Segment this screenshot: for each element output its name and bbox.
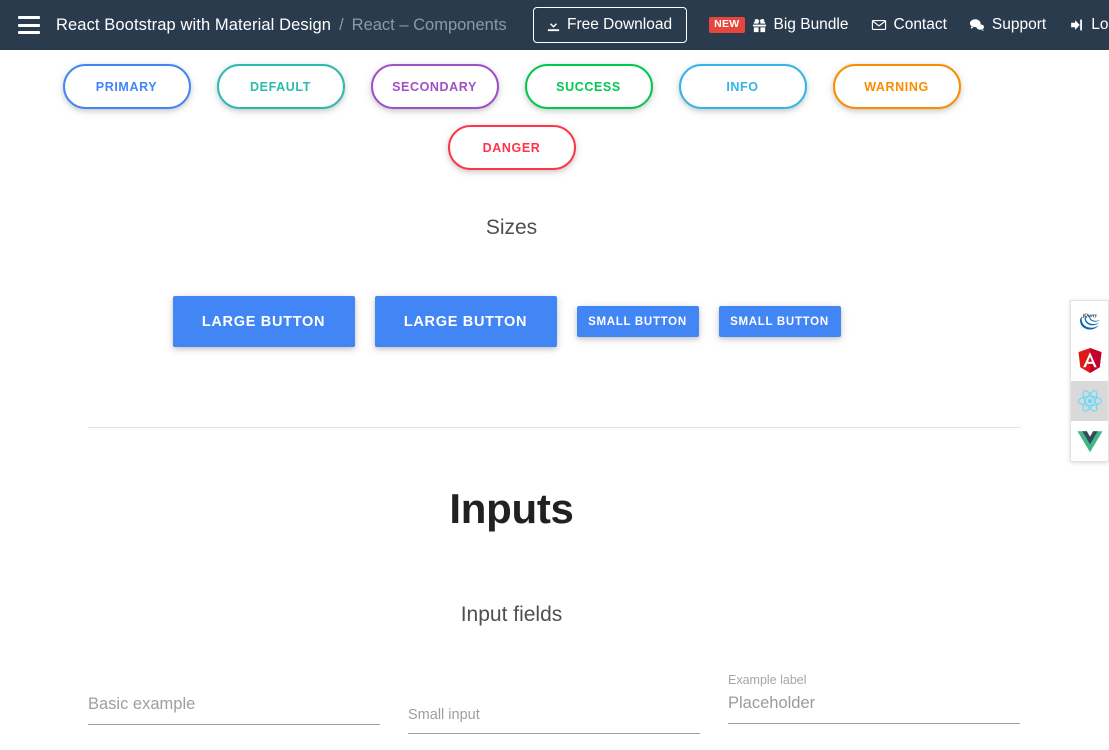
sizes-heading: Sizes xyxy=(485,216,538,239)
outline-button-secondary[interactable]: SECONDARY xyxy=(370,64,499,109)
inputs-subheading: Input fields xyxy=(460,603,563,626)
outline-button-primary[interactable]: PRIMARY xyxy=(62,64,191,109)
outline-button-default[interactable]: DEFAULT xyxy=(216,64,345,109)
navbar-right-group: Free Download NEW Big Bundle Contact Sup… xyxy=(533,0,1109,50)
breadcrumb: React – Components xyxy=(351,15,507,34)
react-icon xyxy=(1076,388,1104,414)
page-content: PRIMARY DEFAULT SECONDARY SUCCESS INFO W… xyxy=(0,50,1109,750)
inputs-heading: Inputs xyxy=(449,485,574,532)
nav-link-label: Big Bundle xyxy=(773,16,849,33)
nav-link-log-in[interactable]: Log In xyxy=(1068,16,1109,34)
nav-link-big-bundle[interactable]: NEW Big Bundle xyxy=(709,16,849,34)
free-download-label: Free Download xyxy=(567,16,673,33)
small-button-1[interactable]: SMALL BUTTON xyxy=(576,306,699,337)
section-divider xyxy=(88,427,1021,428)
jquery-icon: jQuery xyxy=(1077,310,1103,332)
framework-item-react[interactable] xyxy=(1071,381,1108,421)
nav-link-contact[interactable]: Contact xyxy=(871,16,947,34)
brand-link[interactable]: React Bootstrap with Material Design xyxy=(56,16,331,35)
small-button-2[interactable]: SMALL BUTTON xyxy=(718,306,841,337)
outline-button-danger[interactable]: DANGER xyxy=(447,125,576,170)
input-underline[interactable] xyxy=(408,733,700,734)
top-navbar: React Bootstrap with Material Design / R… xyxy=(0,0,1109,50)
input-group-basic-example: Basic example xyxy=(88,695,380,725)
hamburger-icon[interactable] xyxy=(18,16,40,34)
input-label-basic-example: Basic example xyxy=(88,695,196,713)
input-group-example-label: Example label Placeholder xyxy=(728,673,1020,724)
input-group-small-input: Small input xyxy=(408,707,700,734)
large-button-1[interactable]: LARGE BUTTON xyxy=(172,296,355,347)
gift-icon xyxy=(752,18,767,33)
outline-buttons-row: PRIMARY DEFAULT SECONDARY SUCCESS INFO W… xyxy=(0,56,1023,178)
nav-link-label: Contact xyxy=(893,16,947,33)
nav-link-label: Log In xyxy=(1091,16,1109,33)
sizes-buttons-row: LARGE BUTTON LARGE BUTTON SMALL BUTTON S… xyxy=(0,296,1023,347)
outline-button-info[interactable]: INFO xyxy=(678,64,807,109)
nav-link-label: Support xyxy=(991,16,1047,33)
framework-item-angular[interactable] xyxy=(1071,341,1108,381)
breadcrumb-separator: / xyxy=(339,15,344,34)
envelope-icon xyxy=(871,17,887,33)
input-placeholder-text: Placeholder xyxy=(728,694,816,712)
free-download-button[interactable]: Free Download xyxy=(533,7,688,43)
nav-link-support[interactable]: Support xyxy=(969,16,1046,34)
input-underline[interactable] xyxy=(88,724,380,725)
new-badge: NEW xyxy=(709,17,745,33)
download-icon xyxy=(546,18,561,33)
vue-icon xyxy=(1076,429,1104,453)
input-label-small-input: Small input xyxy=(408,707,480,723)
input-label-example-label: Example label xyxy=(728,673,807,687)
sign-in-icon xyxy=(1068,17,1084,33)
comments-icon xyxy=(969,17,985,33)
framework-item-vue[interactable] xyxy=(1071,421,1108,461)
large-button-2[interactable]: LARGE BUTTON xyxy=(374,296,557,347)
framework-item-jquery[interactable]: jQuery xyxy=(1071,301,1108,341)
angular-icon xyxy=(1077,347,1103,375)
outline-button-success[interactable]: SUCCESS xyxy=(524,64,653,109)
outline-button-warning[interactable]: WARNING xyxy=(832,64,961,109)
framework-switcher-sidebar: jQuery xyxy=(1070,300,1109,462)
input-underline[interactable] xyxy=(728,723,1020,724)
